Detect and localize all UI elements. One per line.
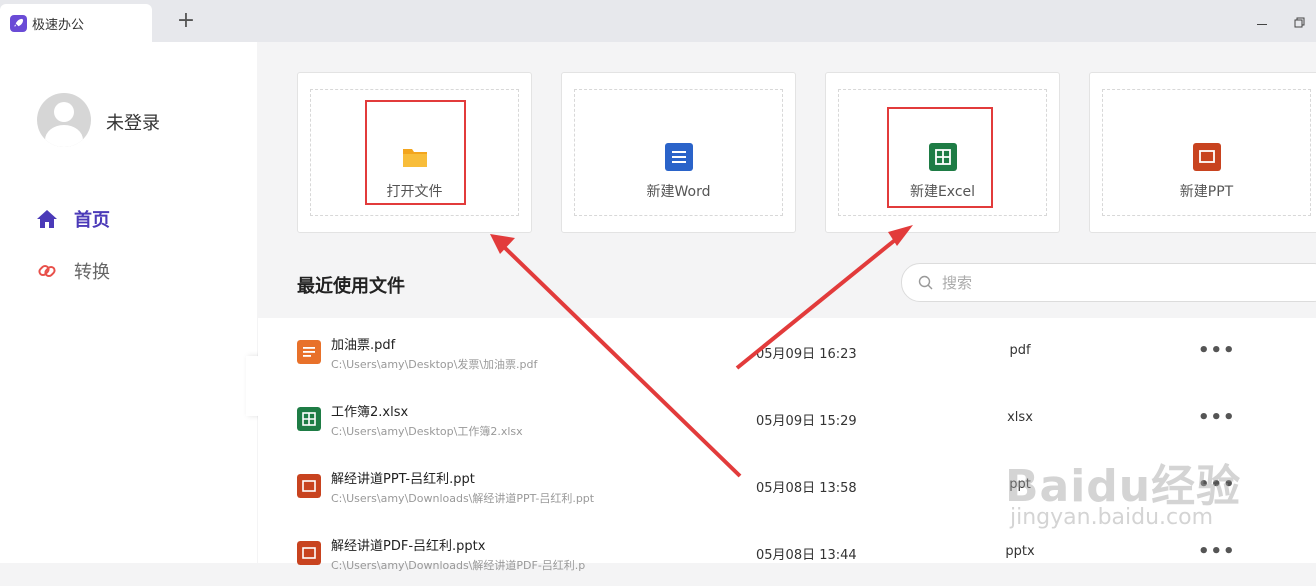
word-icon bbox=[664, 143, 693, 171]
annotation-arrowhead-open-file bbox=[490, 234, 515, 254]
file-date: 05月08日 13:44 bbox=[756, 548, 857, 563]
file-type: pdf bbox=[1009, 343, 1031, 358]
file-type: pptx bbox=[1005, 544, 1035, 559]
file-path: C:\Users\amy\Desktop\发票\加油票.pdf bbox=[331, 358, 538, 371]
title-bar: 极速办公 + bbox=[0, 0, 1316, 42]
file-path: C:\Users\amy\Downloads\解经讲道PDF-吕红利.p bbox=[331, 559, 586, 572]
new-ppt-card[interactable]: 新建PPT bbox=[1089, 72, 1316, 233]
more-options-button[interactable]: ••• bbox=[1198, 541, 1236, 562]
minimize-button[interactable] bbox=[1257, 14, 1269, 28]
file-date: 05月09日 15:29 bbox=[756, 414, 857, 429]
nav-item-home[interactable]: 首页 bbox=[36, 205, 110, 233]
file-row[interactable]: 加油票.pdf C:\Users\amy\Desktop\发票\加油票.pdf … bbox=[258, 318, 1316, 385]
annotation-box-new-excel bbox=[887, 107, 993, 208]
annotation-box-open-file bbox=[365, 100, 466, 205]
new-ppt-label: 新建PPT bbox=[1179, 184, 1234, 200]
search-icon bbox=[918, 275, 933, 290]
link-icon bbox=[38, 264, 56, 278]
rocket-icon bbox=[10, 15, 27, 32]
watermark-url: jingyan.baidu.com bbox=[1010, 505, 1214, 530]
new-word-card[interactable]: 新建Word bbox=[561, 72, 796, 233]
nav-label-convert: 转换 bbox=[74, 262, 110, 283]
file-name: 解经讲道PDF-吕红利.pptx bbox=[331, 539, 486, 554]
ppt-icon bbox=[297, 541, 321, 565]
ppt-icon bbox=[1192, 143, 1221, 171]
restore-button[interactable] bbox=[1294, 14, 1308, 28]
new-word-label: 新建Word bbox=[646, 184, 711, 200]
pdf-icon bbox=[297, 340, 321, 364]
file-name: 工作簿2.xlsx bbox=[331, 405, 409, 420]
file-date: 05月08日 13:58 bbox=[756, 481, 857, 496]
nav-label-home: 首页 bbox=[74, 210, 110, 231]
search-input[interactable] bbox=[940, 269, 1304, 297]
file-date: 05月09日 16:23 bbox=[756, 347, 857, 362]
user-name[interactable]: 未登录 bbox=[106, 109, 160, 135]
ppt-icon bbox=[297, 474, 321, 498]
sidebar: 未登录 首页 转换 bbox=[0, 42, 257, 563]
file-name: 加油票.pdf bbox=[331, 338, 396, 353]
avatar[interactable] bbox=[37, 93, 91, 147]
file-path: C:\Users\amy\Desktop\工作簿2.xlsx bbox=[331, 425, 523, 438]
app-tab[interactable]: 极速办公 bbox=[0, 4, 152, 42]
new-tab-button[interactable]: + bbox=[176, 9, 196, 33]
search-box[interactable] bbox=[901, 263, 1316, 302]
tab-title: 极速办公 bbox=[32, 18, 85, 33]
excel-icon bbox=[297, 407, 321, 431]
more-options-button[interactable]: ••• bbox=[1198, 340, 1236, 361]
home-icon bbox=[37, 210, 57, 228]
nav-item-convert[interactable]: 转换 bbox=[36, 257, 110, 285]
file-type: xlsx bbox=[1007, 410, 1033, 425]
file-name: 解经讲道PPT-吕红利.ppt bbox=[331, 472, 475, 487]
recent-files-title: 最近使用文件 bbox=[297, 276, 405, 297]
more-options-button[interactable]: ••• bbox=[1198, 407, 1236, 428]
file-row[interactable]: 工作簿2.xlsx C:\Users\amy\Desktop\工作簿2.xlsx… bbox=[258, 385, 1316, 452]
file-path: C:\Users\amy\Downloads\解经讲道PPT-吕红利.ppt bbox=[331, 492, 595, 505]
